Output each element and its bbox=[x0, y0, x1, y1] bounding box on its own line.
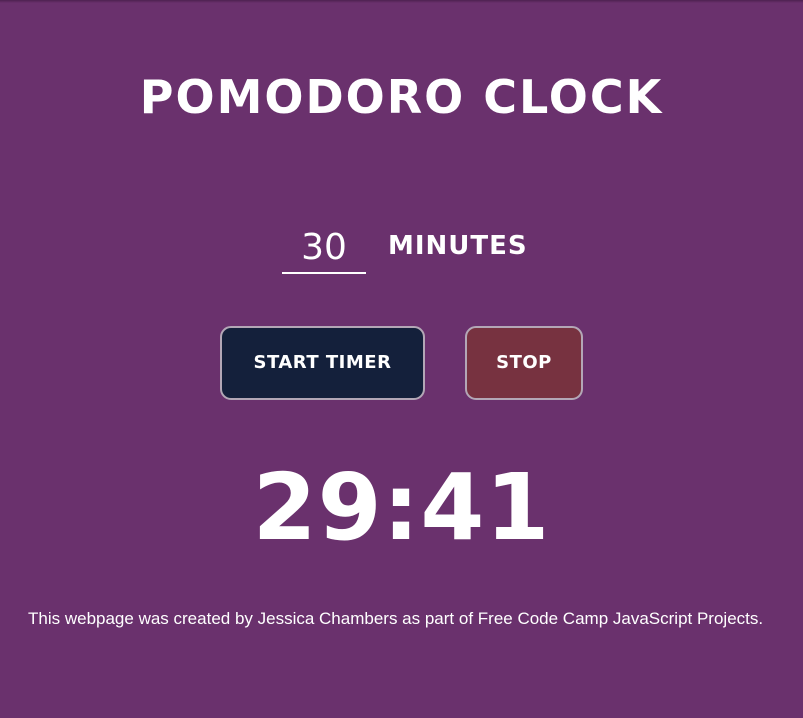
minutes-row: MINUTES bbox=[0, 222, 803, 282]
start-timer-button[interactable]: START TIMER bbox=[220, 326, 425, 400]
stop-button[interactable]: STOP bbox=[465, 326, 583, 400]
minutes-label: MINUTES bbox=[388, 231, 528, 261]
footer-credit: This webpage was created by Jessica Cham… bbox=[28, 609, 764, 628]
countdown-display: 29:41 bbox=[252, 454, 551, 561]
minutes-input[interactable] bbox=[282, 222, 366, 274]
top-edge-shadow bbox=[0, 0, 803, 3]
page-title: POMODORO CLOCK bbox=[139, 70, 664, 124]
